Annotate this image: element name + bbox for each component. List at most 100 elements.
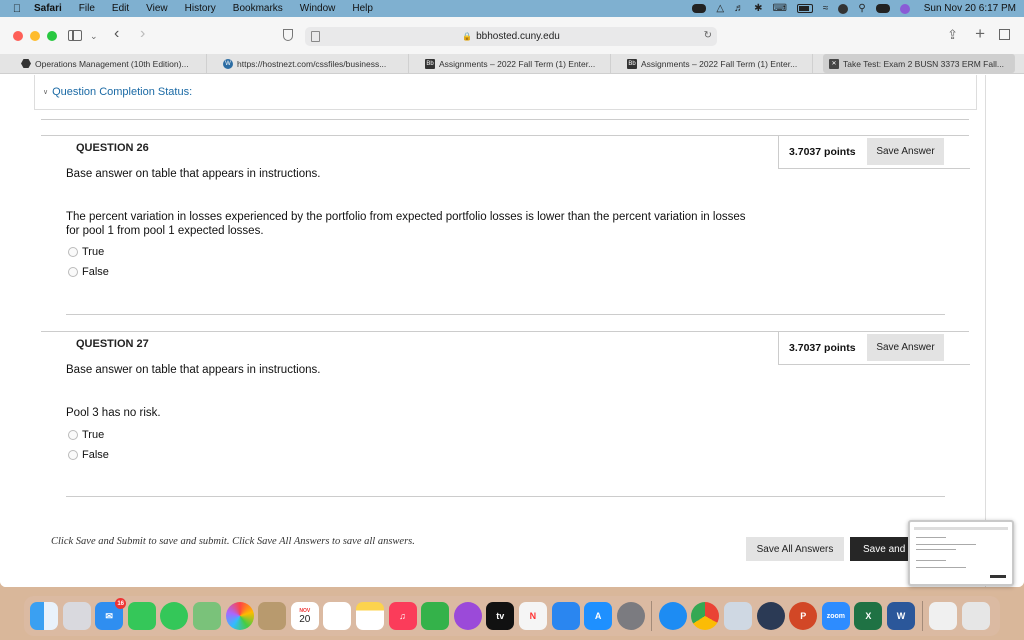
blackboard-icon: Bb bbox=[425, 58, 435, 69]
browser-toolbar: ⌄ ‹ › 🔒 bbhosted.cuny.edu ↻ ⇪ + bbox=[0, 17, 1024, 54]
radio-button[interactable] bbox=[68, 430, 78, 440]
quicktime-icon[interactable] bbox=[756, 602, 785, 630]
option-label[interactable]: True bbox=[82, 246, 104, 258]
radio-button[interactable] bbox=[68, 450, 78, 460]
radio-button[interactable] bbox=[68, 247, 78, 257]
question-27-save-answer-button[interactable]: Save Answer bbox=[867, 334, 944, 361]
photos-icon[interactable] bbox=[225, 602, 254, 630]
question-26-option-false[interactable]: False bbox=[68, 266, 109, 278]
apple-menu-icon[interactable]:  bbox=[0, 3, 34, 15]
reminders-icon[interactable] bbox=[323, 602, 352, 630]
new-tab-icon[interactable]: + bbox=[975, 24, 985, 44]
control-center-icon[interactable] bbox=[875, 4, 890, 13]
keyboard-icon[interactable]: ⌨ bbox=[772, 3, 786, 14]
menubar-clock[interactable]: Sun Nov 20 6:17 PM bbox=[924, 3, 1016, 14]
tab-label: https://hostnezt.com/cssfiles/business..… bbox=[237, 58, 387, 69]
tv-icon[interactable]: tv bbox=[486, 602, 515, 630]
news-icon[interactable]: N bbox=[518, 602, 547, 630]
screen-record-icon[interactable] bbox=[692, 4, 707, 13]
tab-take-test[interactable]: ✕ Take Test: Exam 2 BUSN 3373 ERM Fall..… bbox=[823, 54, 1015, 73]
numbers-icon[interactable] bbox=[421, 602, 450, 630]
completion-status-label[interactable]: Question Completion Status: bbox=[52, 86, 192, 98]
siri-icon[interactable] bbox=[899, 3, 910, 14]
tab-hostnezt[interactable]: W https://hostnezt.com/cssfiles/business… bbox=[217, 54, 409, 73]
zoom-window-button[interactable] bbox=[47, 31, 57, 41]
maps-icon[interactable] bbox=[192, 602, 221, 630]
browser-window: ⌄ ‹ › 🔒 bbhosted.cuny.edu ↻ ⇪ + Operatio… bbox=[0, 17, 1024, 587]
tab-label: Operations Management (10th Edition)... bbox=[35, 58, 189, 69]
tab-operations-management[interactable]: Operations Management (10th Edition)... bbox=[15, 54, 207, 73]
podcasts-icon[interactable] bbox=[453, 602, 482, 630]
menu-app-name[interactable]: Safari bbox=[34, 3, 62, 14]
sidebar-toggle-icon[interactable] bbox=[68, 30, 82, 41]
powerpoint-icon[interactable]: P bbox=[789, 602, 818, 630]
save-all-answers-button[interactable]: Save All Answers bbox=[746, 537, 844, 561]
divider bbox=[66, 314, 945, 315]
minimize-window-button[interactable] bbox=[30, 31, 40, 41]
url-text[interactable]: bbhosted.cuny.edu bbox=[476, 31, 560, 42]
volume-icon[interactable]: ♬ bbox=[734, 3, 744, 14]
address-bar[interactable]: 🔒 bbhosted.cuny.edu ↻ bbox=[305, 27, 717, 46]
zoom-icon[interactable]: zoom bbox=[821, 602, 850, 630]
forward-arrow-icon[interactable]: › bbox=[140, 25, 145, 43]
user-icon[interactable] bbox=[838, 3, 849, 14]
radio-button[interactable] bbox=[68, 267, 78, 277]
battery-icon[interactable] bbox=[796, 4, 813, 13]
tab-overview-icon[interactable] bbox=[999, 29, 1010, 40]
submit-instructions: Click Save and Submit to save and submit… bbox=[51, 536, 415, 547]
menu-bookmarks[interactable]: Bookmarks bbox=[233, 3, 283, 14]
menu-history[interactable]: History bbox=[185, 3, 216, 14]
safari-icon[interactable] bbox=[658, 602, 687, 630]
menu-help[interactable]: Help bbox=[352, 3, 373, 14]
tab-assignments-1[interactable]: Bb Assignments – 2022 Fall Term (1) Ente… bbox=[419, 54, 611, 73]
option-label[interactable]: False bbox=[82, 449, 109, 461]
preview-icon[interactable] bbox=[724, 602, 753, 630]
airplay-icon[interactable]: △ bbox=[716, 3, 724, 14]
app-store-icon[interactable]: A bbox=[584, 602, 613, 630]
chrome-icon[interactable] bbox=[691, 602, 720, 630]
option-label[interactable]: False bbox=[82, 266, 109, 278]
bluetooth-icon[interactable]: ✱ bbox=[754, 3, 762, 14]
trash-icon[interactable] bbox=[961, 602, 990, 630]
menu-edit[interactable]: Edit bbox=[112, 3, 129, 14]
mail-icon[interactable]: ✉ 16 bbox=[95, 598, 127, 630]
question-completion-status[interactable]: ∨ Question Completion Status: bbox=[34, 75, 977, 110]
zoom-label: zoom bbox=[826, 612, 845, 620]
excel-icon[interactable]: X bbox=[854, 602, 883, 630]
share-icon[interactable]: ⇪ bbox=[947, 27, 958, 43]
wifi-icon[interactable]: ≈ bbox=[823, 3, 829, 14]
word-icon[interactable]: W bbox=[887, 602, 916, 630]
screenshot-thumbnail[interactable] bbox=[908, 520, 1014, 586]
finder-icon[interactable] bbox=[30, 602, 58, 630]
reload-icon[interactable]: ↻ bbox=[704, 30, 712, 41]
question-26-option-true[interactable]: True bbox=[68, 246, 104, 258]
menu-file[interactable]: File bbox=[79, 3, 95, 14]
music-icon[interactable]: ♫ bbox=[388, 602, 417, 630]
spotlight-icon[interactable]: ⚲ bbox=[858, 3, 865, 14]
close-window-button[interactable] bbox=[13, 31, 23, 41]
hexagon-icon bbox=[21, 59, 31, 68]
thumbnail-line bbox=[916, 549, 956, 550]
calendar-icon[interactable]: NOV 20 bbox=[290, 602, 319, 630]
privacy-shield-icon[interactable] bbox=[283, 29, 293, 41]
keynote-icon[interactable] bbox=[551, 602, 580, 630]
menu-view[interactable]: View bbox=[146, 3, 168, 14]
option-label[interactable]: True bbox=[82, 429, 104, 441]
tab-assignments-2[interactable]: Bb Assignments – 2022 Fall Term (1) Ente… bbox=[621, 54, 813, 73]
launchpad-icon[interactable] bbox=[62, 602, 91, 630]
notes-icon[interactable] bbox=[355, 602, 384, 630]
page-icon[interactable] bbox=[311, 31, 320, 42]
chevron-down-icon[interactable]: ⌄ bbox=[90, 31, 98, 42]
close-icon[interactable]: ✕ bbox=[829, 58, 839, 69]
contacts-icon[interactable] bbox=[258, 602, 287, 630]
recent-document-icon[interactable] bbox=[929, 602, 958, 630]
facetime-icon[interactable] bbox=[127, 602, 156, 630]
chevron-down-icon[interactable]: ∨ bbox=[43, 88, 48, 96]
menu-window[interactable]: Window bbox=[300, 3, 336, 14]
back-arrow-icon[interactable]: ‹ bbox=[114, 25, 119, 43]
question-26-save-answer-button[interactable]: Save Answer bbox=[867, 138, 944, 165]
question-27-option-true[interactable]: True bbox=[68, 429, 104, 441]
question-27-option-false[interactable]: False bbox=[68, 449, 109, 461]
messages-icon[interactable] bbox=[160, 602, 189, 630]
system-preferences-icon[interactable] bbox=[616, 602, 645, 630]
